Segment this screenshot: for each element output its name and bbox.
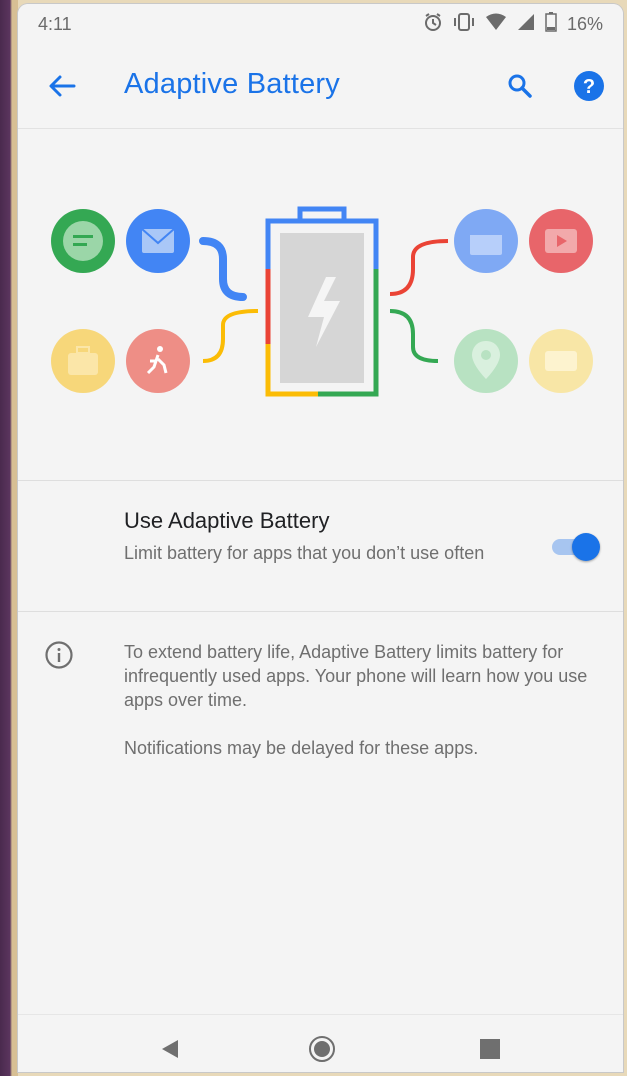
battery-percent: 16% <box>566 14 603 34</box>
help-icon[interactable]: ? <box>571 68 607 104</box>
adaptive-battery-illustration <box>18 129 623 479</box>
nav-back-icon[interactable] <box>154 1033 186 1065</box>
battery-icon <box>545 12 557 37</box>
status-bar: 4:11 16% <box>18 4 623 44</box>
app-bar: Adaptive Battery ? <box>18 44 623 129</box>
battery-graphic <box>265 206 379 397</box>
search-icon[interactable] <box>502 68 538 104</box>
email-app-icon <box>126 209 190 273</box>
info-section: To extend battery life, Adaptive Battery… <box>18 612 623 792</box>
signal-icon <box>517 13 535 36</box>
nav-recents-icon[interactable] <box>474 1033 506 1065</box>
setting-subtitle: Limit battery for apps that you don’t us… <box>124 543 485 563</box>
info-icon <box>44 640 74 670</box>
info-paragraph: To extend battery life, Adaptive Battery… <box>124 642 588 710</box>
setting-title: Use Adaptive Battery <box>124 508 330 533</box>
vibrate-icon <box>453 12 475 37</box>
info-text: To extend battery life, Adaptive Battery… <box>124 640 594 784</box>
maps-app-icon <box>454 329 518 393</box>
video-app-icon <box>529 209 593 273</box>
briefcase-app-icon <box>51 329 115 393</box>
calendar-app-icon <box>454 209 518 273</box>
ticket-app-icon <box>529 329 593 393</box>
info-paragraph: Notifications may be delayed for these a… <box>124 738 479 758</box>
adaptive-battery-toggle[interactable] <box>548 531 600 561</box>
nav-home-icon[interactable] <box>306 1033 338 1065</box>
alarm-icon <box>423 12 443 37</box>
use-adaptive-battery-row[interactable]: Use Adaptive Battery Limit battery for a… <box>18 481 623 611</box>
messages-app-icon <box>51 209 115 273</box>
arrow-left-icon[interactable] <box>44 68 80 104</box>
page-title: Adaptive Battery <box>124 68 340 100</box>
wifi-icon <box>485 13 507 36</box>
navigation-bar <box>18 1014 623 1072</box>
fitness-app-icon <box>126 329 190 393</box>
toggle-thumb <box>572 533 600 561</box>
phone-screen: 4:11 16% Adaptive Battery ? Use Adaptive… <box>18 4 623 1072</box>
status-time: 4:11 <box>38 14 72 34</box>
status-icons: 16% <box>423 12 603 37</box>
svg-text:?: ? <box>583 76 595 98</box>
